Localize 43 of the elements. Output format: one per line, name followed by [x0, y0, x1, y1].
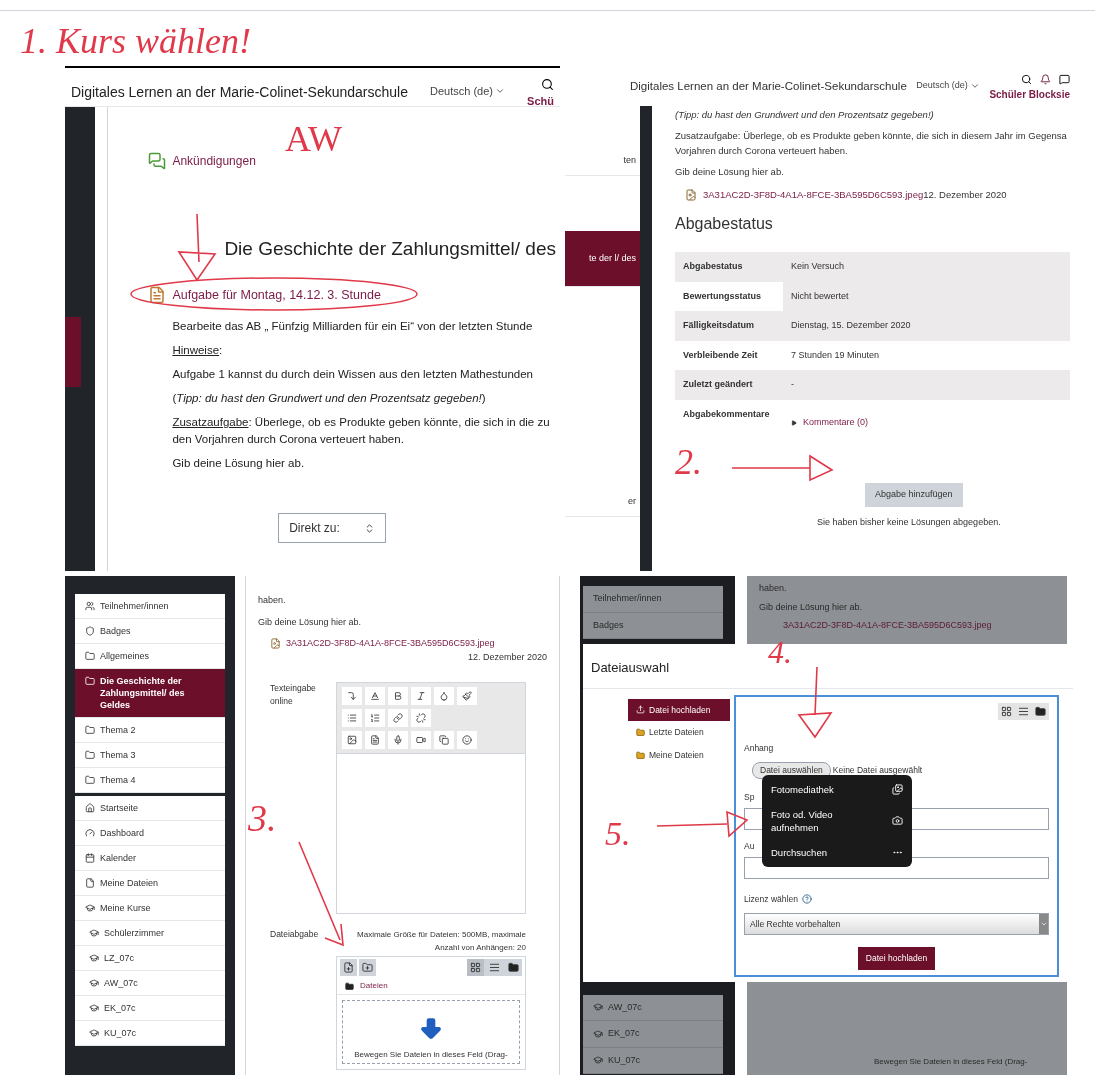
drop-zone-text: Bewegen Sie Dateien in dieses Feld (Drag- [874, 1056, 1029, 1068]
file-date: 12. Dezember 2020 [923, 188, 1007, 202]
handwritten-note: AW [285, 118, 343, 161]
table-cell: Dienstag, 15. Dezember 2020 [783, 311, 1070, 341]
paragraph: Hinweise: [172, 343, 224, 359]
site-title: Digitales Lernen an der Marie-Colinet-Sekundarschule [630, 79, 907, 94]
handwritten-note: 5. [605, 814, 631, 854]
table-cell: Zuletzt geändert [675, 370, 783, 400]
paragraph: Bearbeite das AB „ Fünfzig Milliarden für ein Ei“ von der letzten Stunde [172, 319, 534, 335]
file-limits: Maximale Größe für Dateien: 500MB, maximale Anzahl von Anhängen: 20 [356, 929, 526, 954]
no-file-text: Keine Datei ausgewählt [832, 764, 923, 777]
paragraph: Gib deine Lösung hier ab. [675, 164, 785, 179]
paragraph: (Tipp: du hast den Grundwert und den Prozentsatz gegeben!) [172, 391, 487, 407]
paragraph: Zusatzaufgabe: Überlege, ob es Produkte geben könnte, die sich in diesem Jahr im Gegensa [675, 129, 1068, 144]
paragraph: Gib deine Lösung hier ab. [759, 600, 864, 614]
table-cell: Fälligkeitsdatum [675, 311, 783, 341]
paragraph: Gib deine Lösung hier ab. [172, 456, 306, 472]
field-label: Dateiabgabe [269, 928, 320, 941]
table-cell: Nicht bewertet [783, 281, 1070, 312]
table-cell: Kein Versuch [783, 252, 1070, 282]
submission-note: Sie haben bisher keine Lösungen abgegeben. [817, 515, 1002, 529]
site-title: Digitales Lernen an der Marie-Colinet-Sekundarschule [71, 83, 408, 102]
handwritten-note: 3. [248, 796, 277, 841]
paragraph: Zusatzaufgabe: Überlege, ob es Produkte geben könnte, die sich in die zu den Vorjahren durch Corona verteuert haben. [172, 415, 551, 448]
section-heading: Abgabestatus [675, 214, 774, 235]
field-label: Texteingabe online [269, 682, 317, 708]
paragraph: haben. [759, 582, 788, 595]
field-label: Au [744, 839, 755, 853]
field-label: Lizenz wählen [744, 892, 1049, 906]
table-cell: - [783, 370, 1070, 400]
field-label: Sp [744, 791, 755, 804]
paragraph: haben. [258, 594, 287, 607]
handwritten-note: 1. Kurs wählen! [20, 20, 251, 63]
field-label: Anhang [744, 741, 775, 755]
handwritten-note: 2. [675, 441, 702, 484]
file-date: 12. Dezember 2020 [467, 650, 547, 664]
paragraph: Aufgabe 1 kannst du durch dein Wissen aus den letzten Mathestunden [172, 367, 534, 383]
paragraph: Vorjahren durch Corona verteuert haben. [675, 143, 849, 158]
paragraph: (Tipp: du hast den Grundwert und den Prozentsatz gegeben!) [675, 108, 935, 122]
section-title: Die Geschichte der Zahlungsmittel/ des [224, 237, 556, 261]
table-cell: Abgabestatus [675, 252, 783, 282]
paragraph: Gib deine Lösung hier ab. [258, 615, 363, 629]
handwritten-note: 4. [768, 633, 792, 672]
